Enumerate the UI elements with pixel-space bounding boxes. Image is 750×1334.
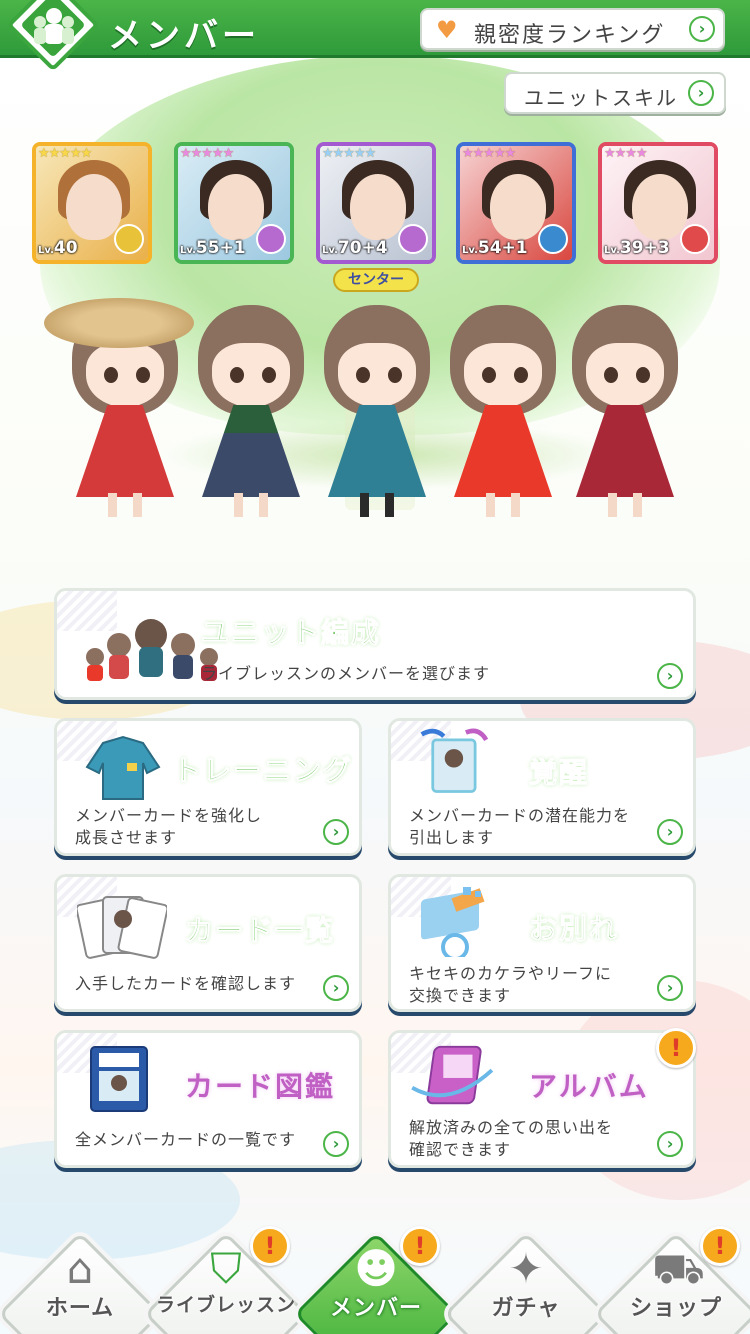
- jacket-icon: [85, 735, 161, 800]
- members-icon: [34, 8, 74, 44]
- fragment-icon: [421, 887, 485, 957]
- page-title: メンバー: [108, 16, 260, 56]
- nav-gacha-label: ガチャ: [491, 1296, 561, 1321]
- unit-formation-title: ユニット編成: [200, 616, 382, 650]
- farewell-title: お別れ: [528, 912, 620, 946]
- chibi-member[interactable]: [440, 305, 566, 520]
- farewell-button[interactable]: お別れ キセキのカケラやリーフに 交換できます ›: [388, 874, 696, 1012]
- chevron-right-icon: ›: [688, 80, 714, 106]
- card-type-badge: [256, 224, 286, 254]
- member-card[interactable]: ★★★★★ Lv.54+1: [456, 142, 576, 264]
- album-alert-badge: !: [656, 1028, 696, 1068]
- chibi-member[interactable]: [314, 305, 440, 520]
- album-desc: 解放済みの全ての思い出を 確認できます: [409, 1118, 614, 1159]
- training-button[interactable]: トレーニング メンバーカードを強化し 成長させます ›: [54, 718, 362, 856]
- nav-shop[interactable]: ⛟ ショップ !: [593, 1226, 750, 1334]
- album-title: アルバム: [529, 1070, 649, 1103]
- nav-gacha[interactable]: ✦ ガチャ: [443, 1231, 609, 1334]
- nav-members-alert: !: [400, 1226, 440, 1266]
- book-icon: [90, 1046, 148, 1112]
- awakening-title: 覚醒: [528, 756, 590, 790]
- heart-icon: ♥: [436, 16, 458, 44]
- card-rarity-stars: ★★★★★: [462, 146, 516, 161]
- training-title: トレーニング: [172, 754, 354, 788]
- nav-members-label: メンバー: [329, 1296, 422, 1321]
- chevron-right-icon: ›: [657, 975, 683, 1001]
- home-icon: ⌂: [66, 1244, 94, 1293]
- header-bar: メンバー ♥ 親密度ランキング ›: [0, 0, 750, 58]
- card-rarity-stars: ★★★★: [604, 146, 648, 161]
- card-rarity-stars: ★★★★★: [322, 146, 376, 161]
- card-level: Lv.39+3: [604, 238, 670, 258]
- ranking-button-label: 親密度ランキング: [474, 23, 666, 48]
- nav-live-lesson[interactable]: ⛉ ライブレッスン !: [143, 1226, 309, 1334]
- card-list-title: カード一覧: [184, 914, 336, 948]
- farewell-desc: キセキのカケラやリーフに 交換できます: [409, 964, 613, 1005]
- chevron-right-icon: ›: [657, 819, 683, 845]
- center-position-label: センター: [333, 268, 419, 292]
- nav-shop-alert: !: [700, 1226, 740, 1266]
- unit-skill-button[interactable]: ユニットスキル ›: [504, 72, 726, 114]
- card-type-badge: [398, 224, 428, 254]
- awakening-desc: メンバーカードの潜在能力を 引出します: [409, 806, 631, 847]
- straw-hat: [44, 298, 194, 348]
- gacha-icon: ✦: [508, 1244, 544, 1293]
- nav-live-lesson-alert: !: [250, 1226, 290, 1266]
- card-list-desc: 入手したカードを確認します: [75, 974, 297, 993]
- member-card[interactable]: ★★★★★ Lv.70+4: [316, 142, 436, 264]
- awakening-button[interactable]: 覚醒 メンバーカードの潜在能力を 引出します ›: [388, 718, 696, 856]
- card-book-desc: 全メンバーカードの一覧です: [75, 1130, 297, 1149]
- chevron-right-icon: ›: [657, 663, 683, 689]
- chevron-right-icon: ›: [689, 16, 715, 42]
- chevron-right-icon: ›: [323, 975, 349, 1001]
- nav-shop-label: ショップ: [629, 1296, 722, 1321]
- intimacy-ranking-button[interactable]: ♥ 親密度ランキング ›: [420, 8, 725, 50]
- awaken-card-icon: [420, 728, 489, 793]
- card-rarity-stars: ★★★★★: [180, 146, 234, 161]
- members-logo: [6, 0, 100, 84]
- member-card[interactable]: ★★★★ Lv.39+3: [598, 142, 718, 264]
- unit-formation-button[interactable]: ユニット編成 ライブレッスンのメンバーを選びます ›: [54, 588, 696, 700]
- card-rarity-stars: ★★★★★: [38, 146, 92, 161]
- chevron-right-icon: ›: [323, 1131, 349, 1157]
- member-card[interactable]: ★★★★★ Lv.40: [32, 142, 152, 264]
- card-type-badge: [680, 224, 710, 254]
- member-card[interactable]: ★★★★★ Lv.55+1: [174, 142, 294, 264]
- card-list-button[interactable]: カード一覧 入手したカードを確認します ›: [54, 874, 362, 1012]
- album-button[interactable]: アルバム 解放済みの全ての思い出を 確認できます ›: [388, 1030, 696, 1168]
- shield-icon: ⛉: [210, 1244, 242, 1293]
- card-level: Lv.55+1: [180, 238, 246, 258]
- chevron-right-icon: ›: [657, 1131, 683, 1157]
- chibi-member[interactable]: [188, 305, 314, 520]
- card-book-button[interactable]: カード図鑑 全メンバーカードの一覧です ›: [54, 1030, 362, 1168]
- nav-members[interactable]: ☻ メンバー !: [293, 1226, 459, 1334]
- album-icon: [411, 1045, 494, 1105]
- card-type-badge: [538, 224, 568, 254]
- card-book-title: カード図鑑: [185, 1070, 336, 1103]
- card-level: Lv.70+4: [322, 238, 388, 258]
- nav-home[interactable]: ⌂ ホーム: [0, 1231, 163, 1334]
- card-level: Lv.40: [38, 238, 78, 258]
- nav-live-lesson-label: ライブレッスン: [155, 1294, 296, 1316]
- unit-formation-desc: ライブレッスンのメンバーを選びます: [201, 664, 491, 683]
- cards-stack-icon: [77, 896, 167, 959]
- chibi-member[interactable]: [562, 305, 688, 520]
- card-type-badge: [114, 224, 144, 254]
- chevron-right-icon: ›: [323, 819, 349, 845]
- members-icon: ☻: [354, 1244, 398, 1293]
- unit-skill-label: ユニットスキル: [524, 86, 678, 110]
- training-desc: メンバーカードを強化し 成長させます: [75, 806, 263, 847]
- nav-home-label: ホーム: [45, 1296, 115, 1321]
- card-level: Lv.54+1: [462, 238, 528, 258]
